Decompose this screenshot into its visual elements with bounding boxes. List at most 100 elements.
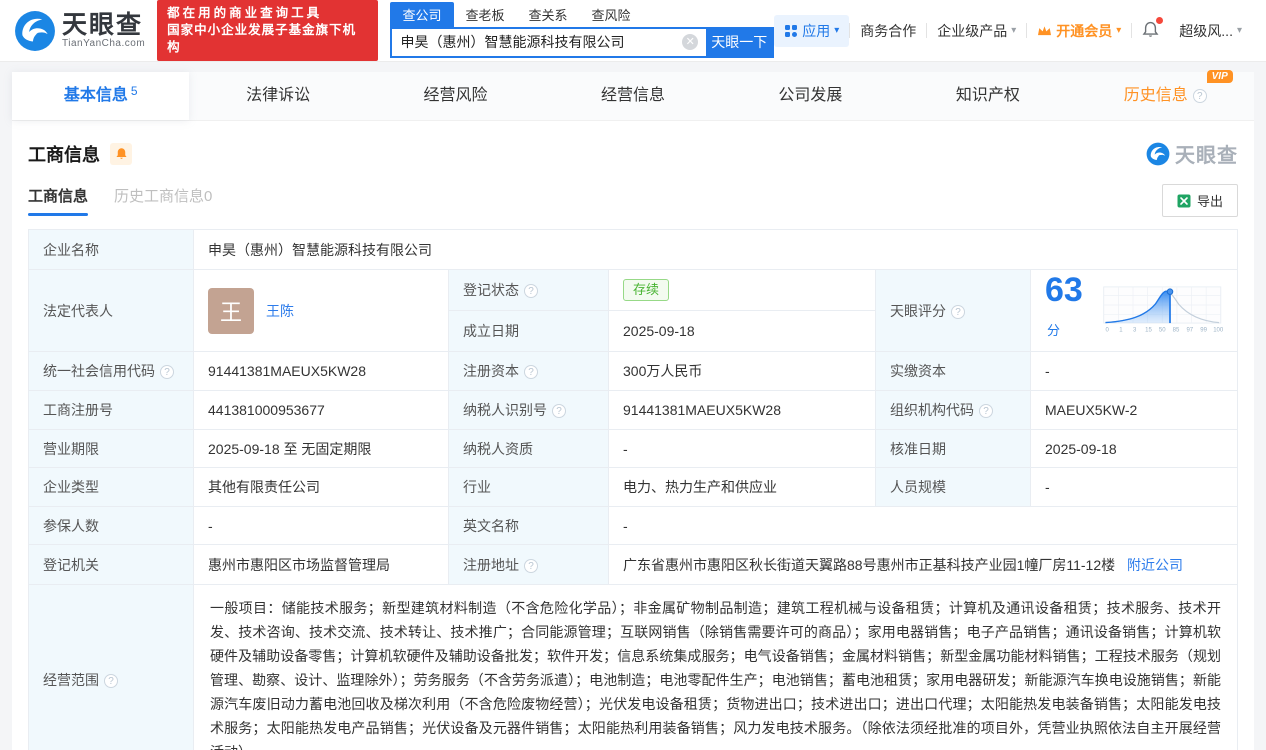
field-label: 工商注册号 [28, 390, 194, 430]
reg-address-value: 广东省惠州市惠阳区秋长街道天翼路88号惠州市正基科技产业园1幢厂房11-12楼 [623, 556, 1116, 573]
insured-count-value: - [193, 506, 449, 545]
field-label: 营业期限 [28, 429, 194, 468]
help-icon[interactable]: ? [524, 558, 538, 573]
brand-slogan: 都在用的商业查询工具 国家中小企业发展子基金旗下机构 [157, 0, 379, 61]
score-distribution-chart: 0 1 3 15 50 85 97 99 100 [1103, 285, 1223, 333]
tab-operating-risk[interactable]: 经营风险 [367, 72, 544, 120]
field-label: 登记状态? [448, 269, 609, 311]
nearby-companies-link[interactable]: 附近公司 [1127, 557, 1183, 573]
svg-text:50: 50 [1159, 327, 1166, 333]
field-label: 法定代表人 [28, 269, 194, 352]
search-input[interactable] [392, 28, 683, 56]
field-label: 实缴资本 [875, 351, 1031, 391]
help-icon[interactable]: ? [524, 365, 538, 379]
clear-search-icon[interactable]: ✕ [682, 34, 699, 50]
search-tab-risk[interactable]: 查风险 [580, 2, 643, 27]
nav-super-risk[interactable]: 超级风... ▾ [1169, 21, 1252, 41]
company-name-value: 申昊（惠州）智慧能源科技有限公司 [193, 229, 1238, 270]
help-icon[interactable]: ? [524, 284, 538, 298]
field-label: 登记机关 [28, 544, 194, 585]
nav-cooperation[interactable]: 商务合作 [850, 21, 926, 41]
field-label: 组织机构代码? [875, 390, 1031, 430]
field-label: 纳税人识别号? [448, 390, 609, 430]
help-icon[interactable]: ? [951, 304, 965, 319]
industry-value: 电力、热力生产和供应业 [608, 467, 876, 507]
top-header: 天眼查 TianYanCha.com 都在用的商业查询工具 国家中小企业发展子基… [0, 0, 1266, 62]
tab-intellectual-property[interactable]: 知识产权 [899, 72, 1076, 120]
field-label: 参保人数 [28, 506, 194, 545]
notification-bell[interactable] [1132, 16, 1169, 41]
company-section-tabs: 基本信息 5 法律诉讼 经营风险 经营信息 公司发展 知识产权 历史信息? VIP [12, 70, 1254, 121]
chevron-down-icon: ▾ [834, 25, 840, 36]
tab-history-info[interactable]: 历史信息? VIP [1077, 70, 1254, 120]
help-icon[interactable]: ? [104, 674, 118, 688]
help-icon[interactable]: ? [979, 404, 993, 418]
english-name-value: - [608, 506, 1238, 545]
tab-company-development[interactable]: 公司发展 [722, 72, 899, 120]
nav-enterprise[interactable]: 企业级产品 ▾ [927, 21, 1026, 41]
tab-history-label: 历史信息 [1123, 87, 1188, 104]
staff-size-value: - [1030, 467, 1238, 507]
field-label: 注册资本? [448, 351, 609, 391]
search-tab-company[interactable]: 查公司 [390, 1, 454, 27]
search-tab-boss[interactable]: 查老板 [454, 2, 517, 27]
notification-dot [1156, 16, 1164, 24]
reg-number-value: 441381000953677 [193, 390, 449, 430]
reg-address-cell: 广东省惠州市惠阳区秋长街道天翼路88号惠州市正基科技产业园1幢厂房11-12楼 … [608, 544, 1238, 585]
logo-swirl-icon [1146, 142, 1170, 165]
excel-icon [1177, 194, 1191, 207]
export-label: 导出 [1196, 194, 1223, 209]
avatar[interactable]: 王 [208, 287, 254, 334]
subtab-business-info[interactable]: 工商信息 [28, 185, 89, 216]
tab-basic-info-label: 基本信息 [63, 87, 128, 104]
legal-rep-link[interactable]: 王陈 [266, 301, 294, 321]
status-badge: 存续 [623, 279, 670, 301]
score-value: 63分 [1045, 271, 1083, 338]
field-label: 纳税人资质 [448, 429, 609, 468]
search-area: 查公司 查老板 查关系 查风险 ✕ 天眼一下 [390, 1, 775, 58]
export-button[interactable]: 导出 [1161, 184, 1238, 217]
slogan-line2: 国家中小企业发展子基金旗下机构 [167, 23, 357, 54]
watermark-text: 天眼查 [1175, 145, 1238, 167]
field-label: 企业名称 [28, 229, 194, 270]
svg-text:99: 99 [1201, 327, 1208, 333]
tab-legal-proceedings[interactable]: 法律诉讼 [189, 72, 366, 120]
svg-text:15: 15 [1146, 327, 1153, 333]
field-label: 人员规模 [875, 467, 1031, 507]
field-label: 英文名称 [448, 506, 609, 545]
subtab-history-business-info[interactable]: 历史工商信息0 [114, 185, 212, 216]
reg-capital-value: 300万人民币 [608, 351, 876, 391]
field-label: 成立日期 [448, 310, 609, 352]
tianyancha-logo[interactable]: 天眼查 TianYanCha.com [14, 10, 145, 52]
monitor-bell-button[interactable] [110, 142, 132, 165]
business-info-card: 工商信息 天眼查 工商信息 历史工商信息0 导出 企业名称 申昊（惠州）智慧能源… [12, 121, 1254, 750]
help-icon[interactable]: ? [552, 404, 566, 418]
search-tab-relation[interactable]: 查关系 [517, 2, 580, 27]
nav-apps[interactable]: 应用 ▾ [774, 14, 850, 47]
chevron-down-icon: ▾ [1236, 25, 1242, 36]
field-label: 经营范围? [28, 584, 194, 750]
tab-basic-info[interactable]: 基本信息 5 [12, 72, 190, 120]
score-cell: 63分 0 1 3 15 50 85 97 99 100 [1030, 269, 1238, 352]
help-icon[interactable]: ? [160, 365, 174, 379]
tab-operating-info[interactable]: 经营信息 [544, 72, 721, 120]
svg-text:100: 100 [1214, 327, 1223, 333]
nav-apps-label: 应用 [802, 22, 831, 39]
svg-text:0: 0 [1106, 327, 1110, 333]
taxpayer-id-value: 91441381MAEUX5KW28 [608, 390, 876, 430]
bell-icon [115, 148, 127, 159]
search-button[interactable]: 天眼一下 [706, 28, 773, 56]
chevron-down-icon: ▾ [1011, 25, 1017, 36]
tianyancha-watermark: 天眼查 [1146, 139, 1238, 168]
field-label: 企业类型 [28, 467, 194, 507]
approval-date-value: 2025-09-18 [1030, 429, 1238, 468]
logo-text: 天眼查 [62, 11, 144, 39]
reg-status-cell: 存续 [608, 269, 876, 311]
nav-vip-membership[interactable]: 开通会员 ▾ [1027, 21, 1131, 41]
nav-super-risk-label: 超级风... [1179, 22, 1233, 39]
establish-date-value: 2025-09-18 [608, 310, 876, 352]
score-axis-ticks: 0 1 3 15 50 85 97 99 100 [1106, 327, 1223, 333]
nav-vip-label: 开通会员 [1056, 22, 1113, 39]
help-icon[interactable]: ? [1192, 89, 1207, 103]
